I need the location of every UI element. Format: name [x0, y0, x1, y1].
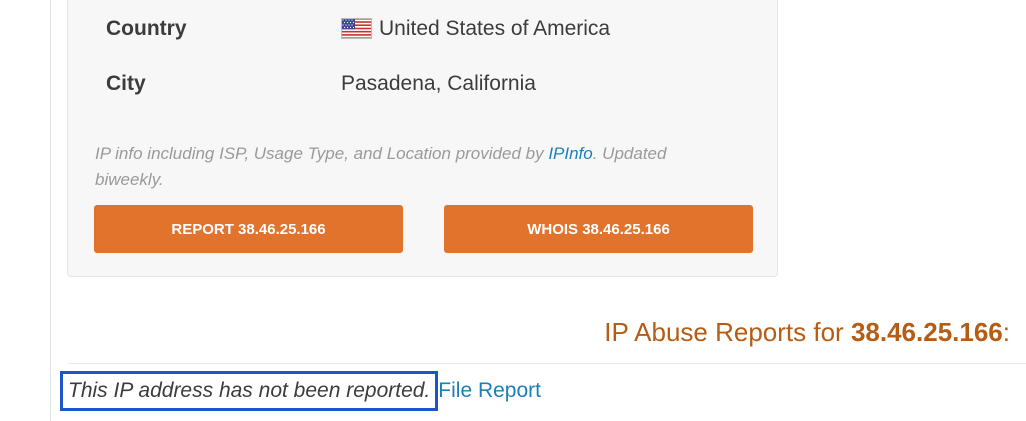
heading-prefix: IP Abuse Reports for [604, 317, 851, 347]
left-divider [50, 0, 51, 421]
country-label: Country [106, 17, 187, 40]
abuse-reports-heading: IP Abuse Reports for 38.46.25.166: [604, 314, 1010, 350]
ip-info-source-note: IP info including ISP, Usage Type, and L… [95, 141, 735, 193]
city-label: City [106, 72, 146, 95]
section-divider [68, 363, 1026, 364]
report-status-line: This IP address has not been reported. Fi… [60, 371, 541, 411]
country-row: Country United States of America [68, 14, 777, 44]
page: Country United States of America City Pa… [0, 0, 1026, 421]
country-value: United States of America [379, 17, 611, 40]
report-ip-button[interactable]: REPORT 38.46.25.166 [94, 205, 403, 253]
city-row: City Pasadena, California [68, 69, 777, 99]
ip-info-card: Country United States of America City Pa… [67, 0, 778, 277]
country-value-wrapper: United States of America [341, 14, 610, 44]
heading-ip: 38.46.25.166 [850, 317, 1003, 347]
file-report-link[interactable]: File Report [438, 371, 541, 411]
ipinfo-link[interactable]: IPInfo [548, 144, 592, 163]
city-value: Pasadena, California [341, 72, 536, 95]
heading-suffix: : [1002, 317, 1010, 347]
note-prefix: IP info including ISP, Usage Type, and L… [95, 144, 549, 163]
not-reported-message: This IP address has not been reported. [60, 371, 439, 411]
whois-ip-button[interactable]: WHOIS 38.46.25.166 [444, 205, 753, 253]
us-flag-icon [341, 18, 372, 39]
